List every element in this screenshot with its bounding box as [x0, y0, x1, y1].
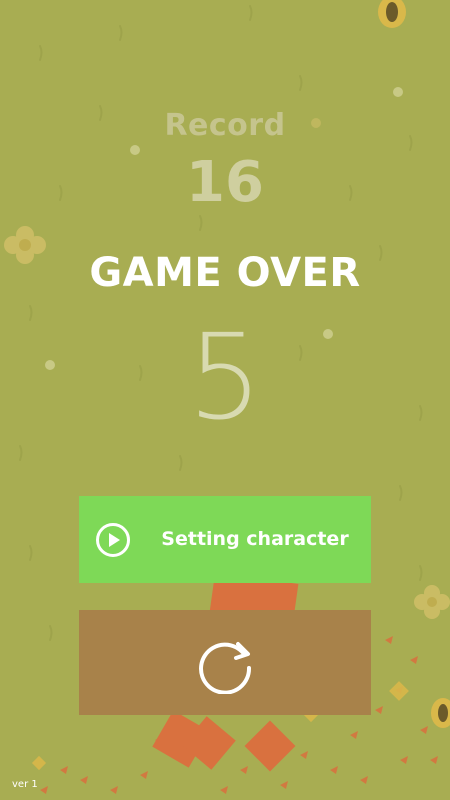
play-circle-icon: [96, 523, 130, 557]
record-value: 16: [186, 150, 264, 215]
current-score: 5: [187, 308, 263, 446]
restart-button[interactable]: [79, 610, 371, 715]
setting-character-button[interactable]: Setting character: [79, 496, 371, 583]
setting-character-label: Setting character: [161, 528, 349, 550]
version-label: ver 1: [12, 779, 38, 790]
record-label: Record: [164, 108, 286, 143]
restart-arrow-icon: [199, 642, 252, 694]
game-over-title: GAME OVER: [89, 250, 361, 296]
